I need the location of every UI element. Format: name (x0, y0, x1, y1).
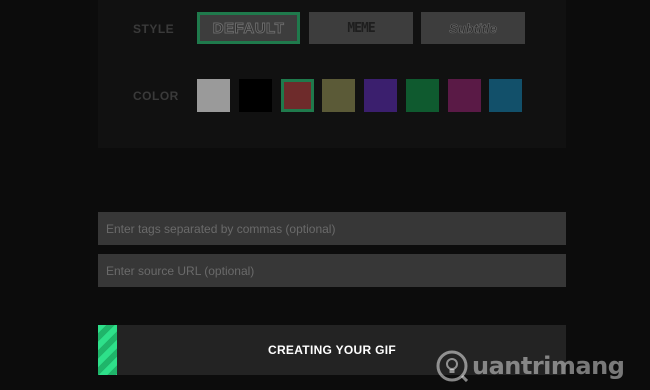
style-default-button[interactable]: DEFAULT (197, 12, 300, 44)
style-default-label: DEFAULT (212, 19, 285, 37)
style-subtitle-label: Subtitle (449, 20, 497, 36)
color-label: COLOR (133, 89, 179, 103)
color-swatch-gray[interactable] (197, 79, 230, 112)
style-label: STYLE (133, 22, 175, 36)
style-meme-label: MEME (347, 20, 375, 36)
watermark-text: uantrimang (472, 352, 625, 380)
lightbulb-logo-icon (436, 350, 468, 382)
tags-input[interactable] (98, 212, 566, 245)
color-swatch-olive[interactable] (322, 79, 355, 112)
color-swatch-red[interactable] (281, 79, 314, 112)
color-swatch-magenta[interactable] (448, 79, 481, 112)
color-swatch-blue[interactable] (489, 79, 522, 112)
color-swatch-green[interactable] (406, 79, 439, 112)
style-meme-button[interactable]: MEME (309, 12, 413, 44)
source-url-input[interactable] (98, 254, 566, 287)
watermark: uantrimang (436, 345, 625, 387)
color-swatch-black[interactable] (239, 79, 272, 112)
color-swatch-purple[interactable] (364, 79, 397, 112)
style-subtitle-button[interactable]: Subtitle (421, 12, 525, 44)
